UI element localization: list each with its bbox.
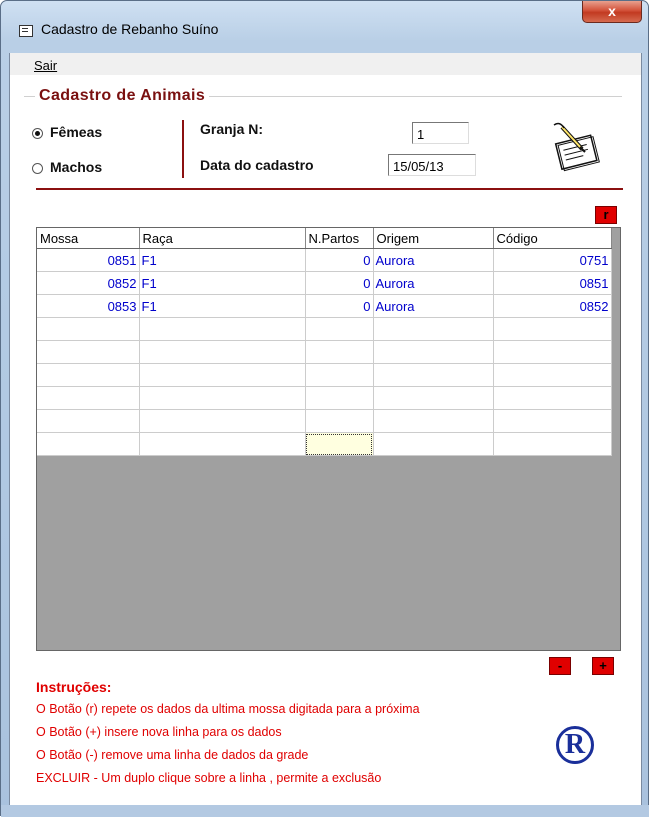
repeat-button[interactable]: r [595,206,617,224]
grid-header-row: Mossa Raça N.Partos Origem Código [37,228,612,249]
column-header-codigo[interactable]: Código [493,228,612,249]
window-title: Cadastro de Rebanho Suíno [41,21,219,37]
menu-item-sair-label: Sair [34,58,58,73]
cell-npartos[interactable]: 0 [305,294,374,318]
client-area: Sair Cadastro de Animais Fêmeas Machos G… [9,53,642,805]
column-header-raca[interactable]: Raça [139,228,306,249]
granja-label: Granja N: [200,121,264,137]
column-header-origem[interactable]: Origem [373,228,494,249]
cell-npartos-focused[interactable] [305,432,374,456]
column-header-mossa[interactable]: Mossa [37,228,140,249]
grid-table: Mossa Raça N.Partos Origem Código 0851 F1… [37,228,612,456]
cell-codigo[interactable] [493,432,612,456]
cell-origem[interactable] [373,386,494,410]
vertical-separator [182,120,184,178]
table-row[interactable] [37,386,612,410]
instruction-line: O Botão (+) insere nova linha para os da… [36,725,282,739]
cell-mossa[interactable] [37,363,140,387]
instructions-title: Instruções: [36,679,112,695]
cell-npartos[interactable] [305,409,374,433]
form-window-icon [19,25,33,37]
cell-mossa[interactable]: 0853 [37,294,140,318]
menu-item-sair[interactable]: Sair [34,58,57,73]
menu-bar: Sair [10,53,641,75]
cell-mossa[interactable]: 0851 [37,248,140,272]
cell-mossa[interactable] [37,340,140,364]
granja-input[interactable] [412,122,469,144]
cell-origem[interactable] [373,340,494,364]
table-row[interactable] [37,340,612,364]
cell-codigo[interactable]: 0852 [493,294,612,318]
instruction-line: EXCLUIR - Um duplo clique sobre a linha … [36,771,382,785]
add-row-button[interactable]: + [592,657,614,675]
table-row[interactable]: 0852 F1 0 Aurora 0851 [37,271,612,295]
close-button[interactable]: x [582,1,642,23]
radio-femeas[interactable] [32,128,43,139]
data-grid[interactable]: Mossa Raça N.Partos Origem Código 0851 F1… [36,227,621,651]
cell-codigo[interactable]: 0851 [493,271,612,295]
cell-mossa[interactable] [37,409,140,433]
cell-codigo[interactable] [493,386,612,410]
cell-codigo[interactable] [493,317,612,341]
cell-raca[interactable]: F1 [139,271,306,295]
cell-npartos[interactable]: 0 [305,248,374,272]
table-row[interactable] [37,409,612,433]
remove-row-button[interactable]: - [549,657,571,675]
cell-raca[interactable] [139,409,306,433]
cell-raca[interactable] [139,386,306,410]
cell-origem[interactable] [373,409,494,433]
cell-npartos[interactable] [305,363,374,387]
cell-codigo[interactable] [493,363,612,387]
cell-codigo[interactable] [493,340,612,364]
group-title: Cadastro de Animais [35,87,210,105]
cell-raca[interactable] [139,363,306,387]
cell-mossa[interactable] [37,386,140,410]
notepad-pen-icon[interactable] [548,121,606,173]
cell-origem[interactable]: Aurora [373,271,494,295]
table-row[interactable]: 0853 F1 0 Aurora 0852 [37,294,612,318]
cell-codigo[interactable]: 0751 [493,248,612,272]
cell-mossa[interactable] [37,317,140,341]
radio-machos[interactable] [32,163,43,174]
registered-r-icon: R [556,726,594,764]
cell-origem[interactable] [373,432,494,456]
cell-origem[interactable] [373,317,494,341]
data-cadastro-label: Data do cadastro [200,157,314,173]
cell-raca[interactable] [139,317,306,341]
cell-raca[interactable]: F1 [139,248,306,272]
instruction-line: O Botão (r) repete os dados da ultima mo… [36,702,420,716]
radio-femeas-label[interactable]: Fêmeas [50,124,102,140]
column-header-npartos[interactable]: N.Partos [305,228,374,249]
cell-npartos[interactable]: 0 [305,271,374,295]
cell-origem[interactable]: Aurora [373,294,494,318]
cell-mossa[interactable]: 0852 [37,271,140,295]
cell-codigo[interactable] [493,409,612,433]
table-row[interactable] [37,363,612,387]
cell-raca[interactable]: F1 [139,294,306,318]
cell-origem[interactable] [373,363,494,387]
table-row[interactable] [37,432,612,456]
cell-npartos[interactable] [305,317,374,341]
horizontal-separator [36,188,623,190]
table-row[interactable] [37,317,612,341]
radio-machos-label[interactable]: Machos [50,159,102,175]
cell-raca[interactable] [139,340,306,364]
instruction-line: O Botão (-) remove uma linha de dados da… [36,748,309,762]
table-row[interactable]: 0851 F1 0 Aurora 0751 [37,248,612,272]
app-window: Cadastro de Rebanho Suíno x Sair Cadastr… [0,0,649,817]
cell-raca[interactable] [139,432,306,456]
cell-npartos[interactable] [305,386,374,410]
window-bottom-border [1,805,649,817]
cell-mossa[interactable] [37,432,140,456]
cell-npartos[interactable] [305,340,374,364]
title-bar[interactable]: Cadastro de Rebanho Suíno x [1,1,648,53]
cell-origem[interactable]: Aurora [373,248,494,272]
data-cadastro-input[interactable] [388,154,476,176]
